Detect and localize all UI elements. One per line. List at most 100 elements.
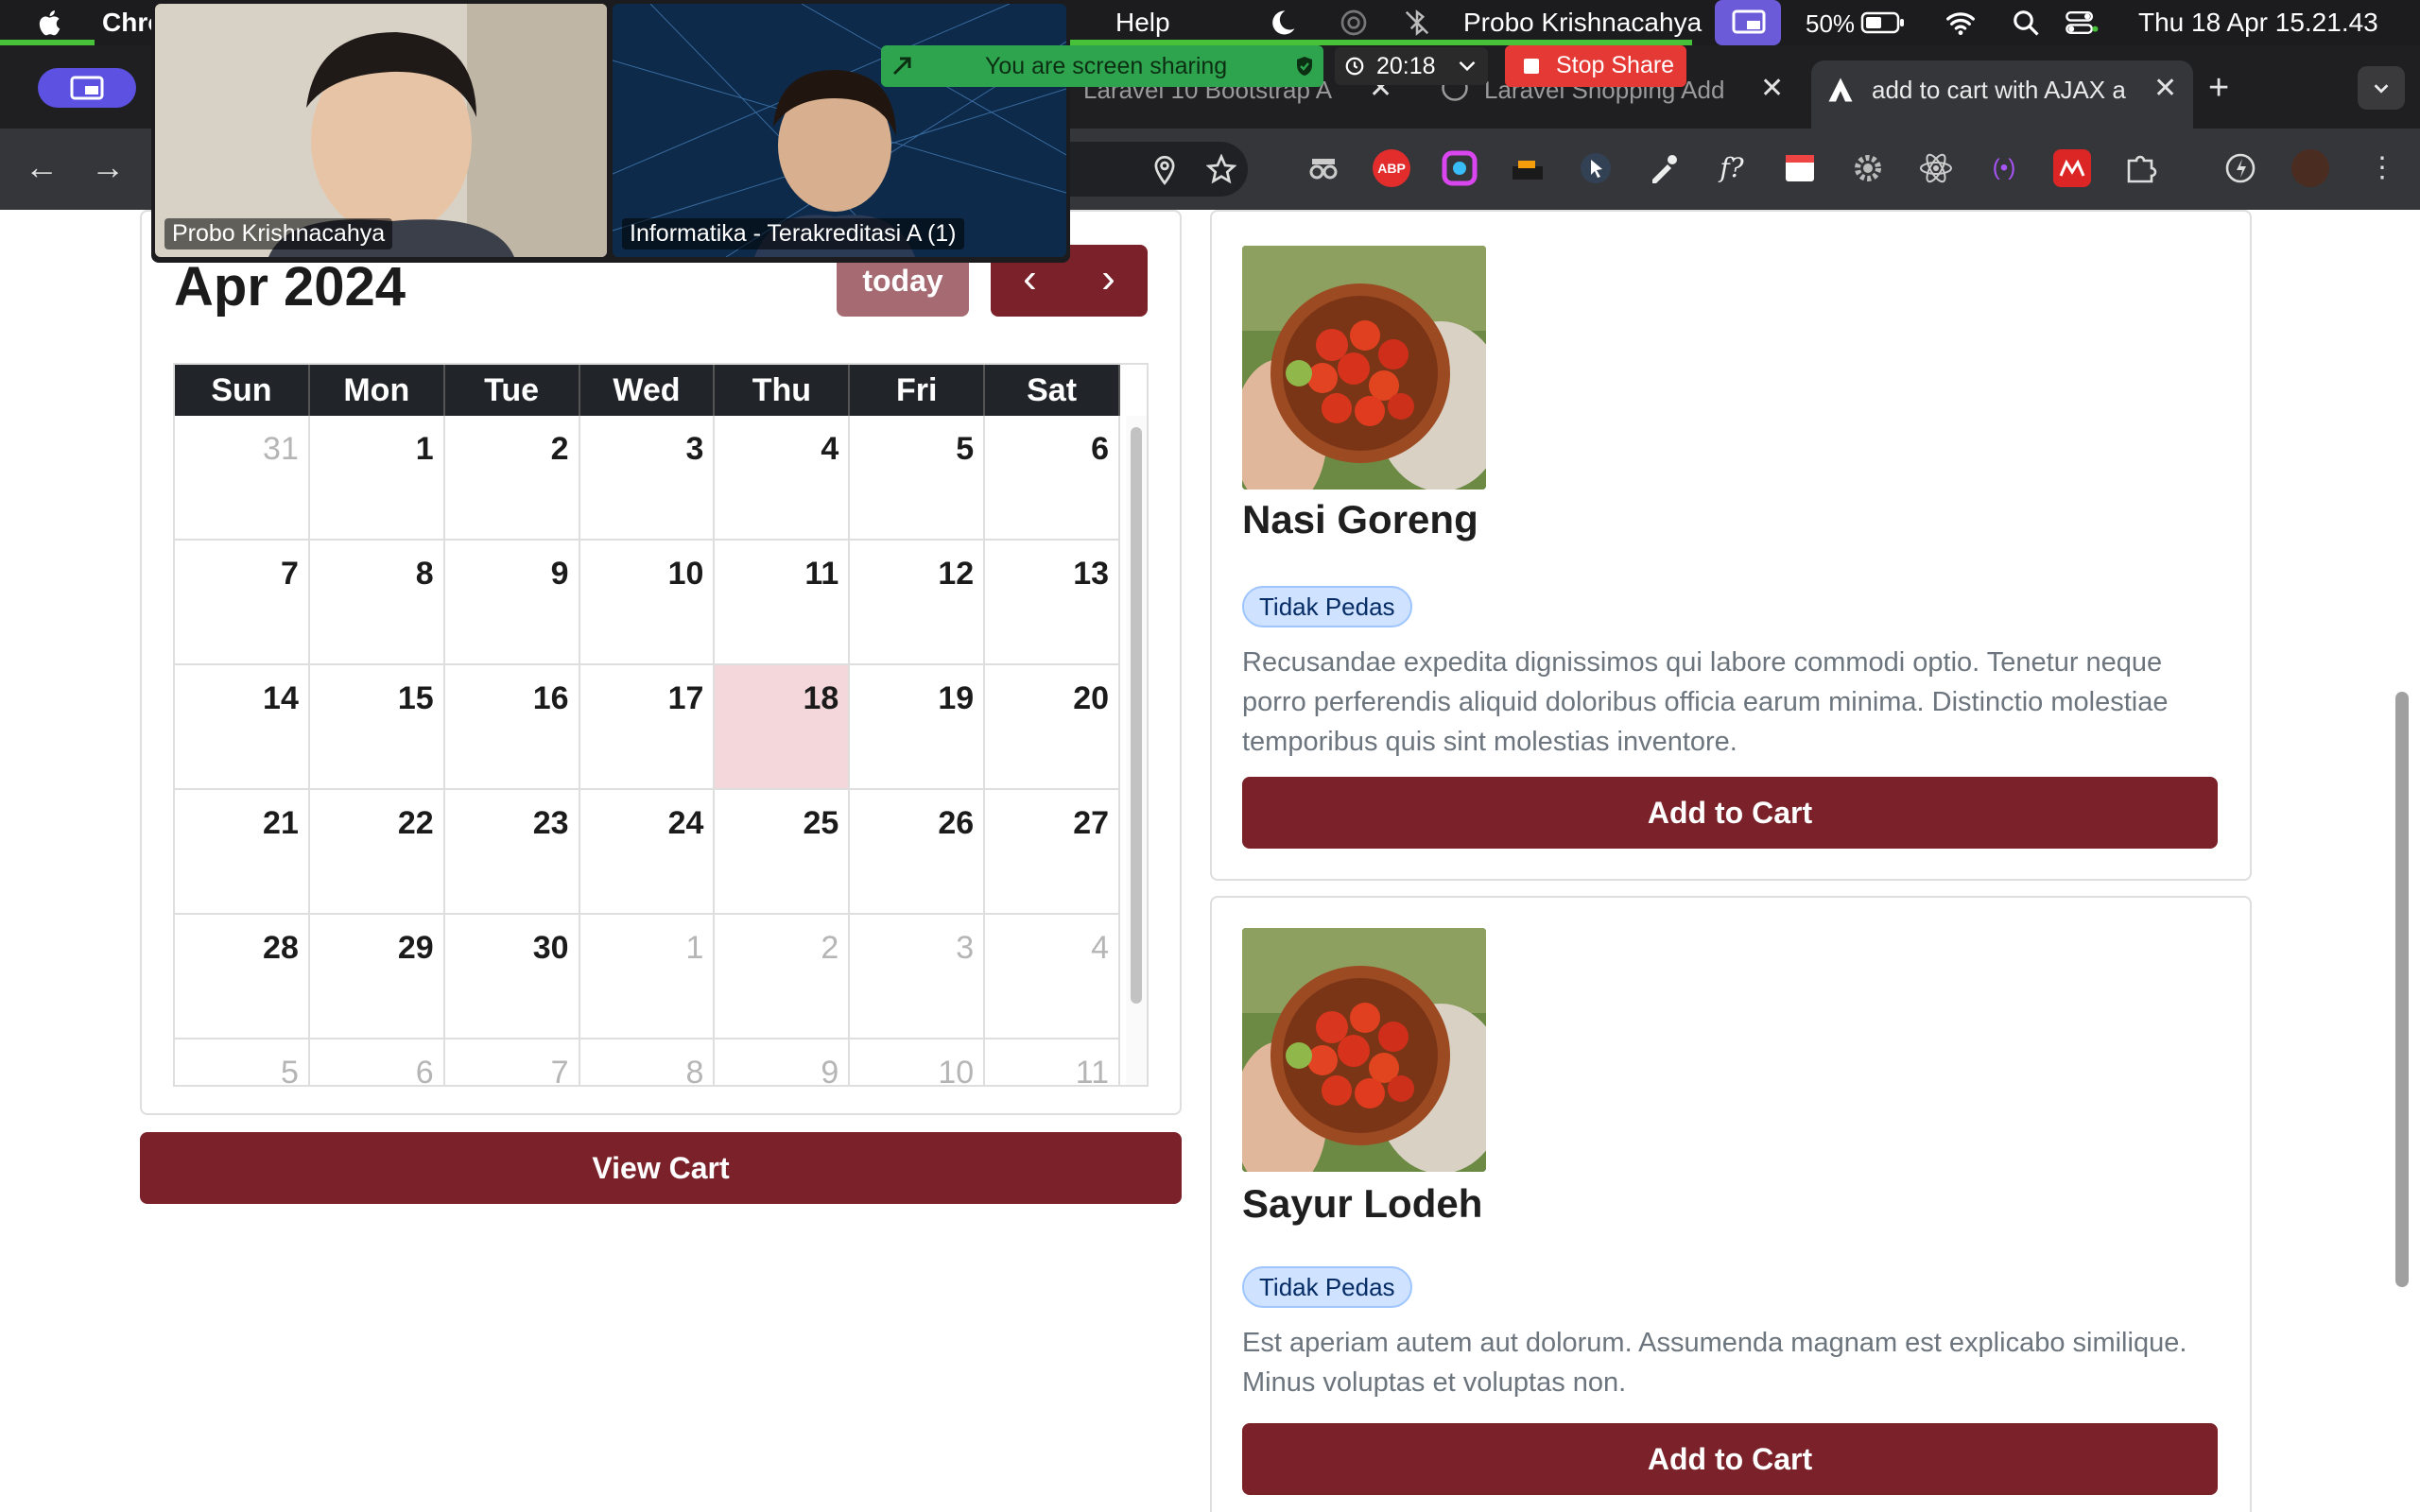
weekday-header: Tue [445, 365, 580, 416]
calendar-day[interactable]: 26 [850, 790, 986, 915]
apple-menu-icon[interactable] [36, 6, 66, 40]
airplay-icon[interactable] [1339, 8, 1369, 38]
screen-sharing-text: You are screen sharing [985, 53, 1228, 79]
menubar-user-name[interactable]: Probo Krishnacahya [1463, 8, 1702, 38]
screen-sharing-banner[interactable]: You are screen sharing [881, 45, 1323, 87]
extensions-puzzle-icon[interactable] [2121, 149, 2159, 187]
calendar-day[interactable]: 8 [580, 1040, 716, 1085]
next-month-button[interactable]: › [1069, 252, 1148, 305]
calendar-day[interactable]: 13 [985, 541, 1121, 665]
cursor-extension-icon[interactable] [1577, 149, 1615, 187]
bluetooth-off-icon[interactable] [1403, 8, 1431, 38]
adblock-plus-icon[interactable]: ABP [1373, 149, 1410, 187]
picture-in-picture-button[interactable] [38, 68, 136, 108]
calendar-day[interactable]: 10 [579, 541, 716, 665]
calendar-day[interactable]: 6 [310, 1040, 445, 1085]
calendar-day[interactable]: 20 [985, 665, 1121, 790]
calendar-day[interactable]: 9 [444, 541, 580, 665]
stop-share-button[interactable]: Stop Share [1505, 45, 1686, 87]
calendar-day[interactable]: 21 [175, 790, 310, 915]
spotlight-search-icon[interactable] [2012, 8, 2040, 38]
calendar-day[interactable]: 8 [309, 541, 445, 665]
chevron-down-icon[interactable] [1458, 59, 1477, 74]
calendar-day[interactable]: 14 [175, 665, 310, 790]
participant-video[interactable]: Probo Krishnacahya [155, 4, 607, 257]
product-image [1242, 928, 1486, 1172]
battery-icon[interactable] [1860, 9, 1906, 36]
react-devtools-icon[interactable] [1917, 149, 1955, 187]
calendar-day[interactable]: 6 [985, 416, 1121, 541]
calendar-day[interactable]: 10 [850, 1040, 986, 1085]
color-picker-extension-icon[interactable] [1441, 149, 1478, 187]
chrome-menu-icon[interactable]: ⋮ [2363, 149, 2401, 187]
calendar-day[interactable]: 16 [444, 665, 580, 790]
tab-add-to-cart-ajax[interactable]: add to cart with AJAX a ✕ [1811, 60, 2193, 129]
share-timer-value: 20:18 [1376, 53, 1436, 79]
performance-icon[interactable] [2221, 149, 2259, 187]
extension-red-icon[interactable] [2053, 149, 2091, 187]
menu-help[interactable]: Help [1115, 8, 1170, 38]
calendar-scrollbar[interactable] [1126, 416, 1147, 1085]
calendar-day[interactable]: 1 [579, 915, 716, 1040]
view-cart-button[interactable]: View Cart [140, 1132, 1182, 1204]
add-to-cart-button[interactable]: Add to Cart [1242, 777, 2218, 849]
calendar-day[interactable]: 3 [850, 915, 986, 1040]
wifi-icon[interactable] [1944, 8, 1978, 38]
tab-close-icon[interactable]: ✕ [2153, 72, 2177, 105]
eyedropper-extension-icon[interactable] [1645, 149, 1683, 187]
calendar-day[interactable]: 12 [850, 541, 986, 665]
participant-video[interactable]: Informatika - Terakreditasi A (1) [613, 4, 1066, 257]
calendar-day[interactable]: 7 [445, 1040, 580, 1085]
calendar-day[interactable]: 15 [309, 665, 445, 790]
tab-search-dropdown[interactable] [2358, 66, 2405, 110]
share-timer[interactable]: 20:18 [1335, 47, 1488, 85]
calendar-day[interactable]: 4 [985, 915, 1121, 1040]
tab-close-icon[interactable]: ✕ [1760, 72, 1784, 105]
focus-moon-icon[interactable] [1269, 8, 1297, 38]
forward-button[interactable]: → [91, 147, 125, 187]
control-center-icon[interactable] [2065, 8, 2099, 38]
calendar-day[interactable]: 25 [715, 790, 851, 915]
weekday-header: Mon [310, 365, 445, 416]
calendar-extension-icon[interactable] [1781, 149, 1819, 187]
calendar-day[interactable]: 29 [309, 915, 445, 1040]
settings-gear-extension-icon[interactable] [1849, 149, 1887, 187]
extension-spy-icon[interactable] [1305, 149, 1342, 187]
calendar-day[interactable]: 28 [175, 915, 310, 1040]
calendar-day[interactable]: 31 [175, 416, 310, 541]
screen-share-status-icon[interactable] [1715, 0, 1781, 45]
calendar-day[interactable]: 17 [579, 665, 716, 790]
font-finder-icon[interactable]: f? [1713, 149, 1751, 187]
calendar-day[interactable]: 19 [850, 665, 986, 790]
calendar-day[interactable]: 4 [715, 416, 851, 541]
calendar-day[interactable]: 11 [985, 1040, 1121, 1085]
calendar-day[interactable]: 23 [444, 790, 580, 915]
calendar-day[interactable]: 1 [309, 416, 445, 541]
calendar-day[interactable]: 5 [850, 416, 986, 541]
calendar-week-row: 21 22 23 24 25 26 27 [175, 790, 1121, 915]
calendar-day[interactable]: 5 [175, 1040, 310, 1085]
calendar-day[interactable]: 2 [444, 416, 580, 541]
calendar-day[interactable]: 9 [715, 1040, 851, 1085]
bookmark-star-icon[interactable] [1206, 154, 1236, 184]
calendar-day[interactable]: 11 [715, 541, 851, 665]
calendar-day-today[interactable]: 18 [715, 665, 851, 790]
profile-avatar[interactable] [2291, 149, 2329, 187]
address-bar[interactable] [1068, 142, 1248, 197]
calendar-day[interactable]: 2 [715, 915, 851, 1040]
page-scrollbar[interactable] [2395, 692, 2409, 1287]
location-pin-icon[interactable] [1151, 155, 1178, 185]
calendar-day[interactable]: 30 [444, 915, 580, 1040]
calendar-day[interactable]: 27 [985, 790, 1121, 915]
calendar-day[interactable]: 7 [175, 541, 310, 665]
site-favicon-icon [1828, 77, 1853, 102]
calendar-day[interactable]: 22 [309, 790, 445, 915]
back-button[interactable]: ← [25, 147, 59, 187]
new-tab-button[interactable]: + [2208, 68, 2229, 109]
menubar-datetime[interactable]: Thu 18 Apr 15.21.43 [2138, 8, 2378, 38]
extension-folder-icon[interactable] [1509, 149, 1547, 187]
extension-brackets-icon[interactable]: (•) [1985, 149, 2023, 187]
add-to-cart-button[interactable]: Add to Cart [1242, 1423, 2218, 1495]
calendar-day[interactable]: 3 [579, 416, 716, 541]
calendar-day[interactable]: 24 [579, 790, 716, 915]
